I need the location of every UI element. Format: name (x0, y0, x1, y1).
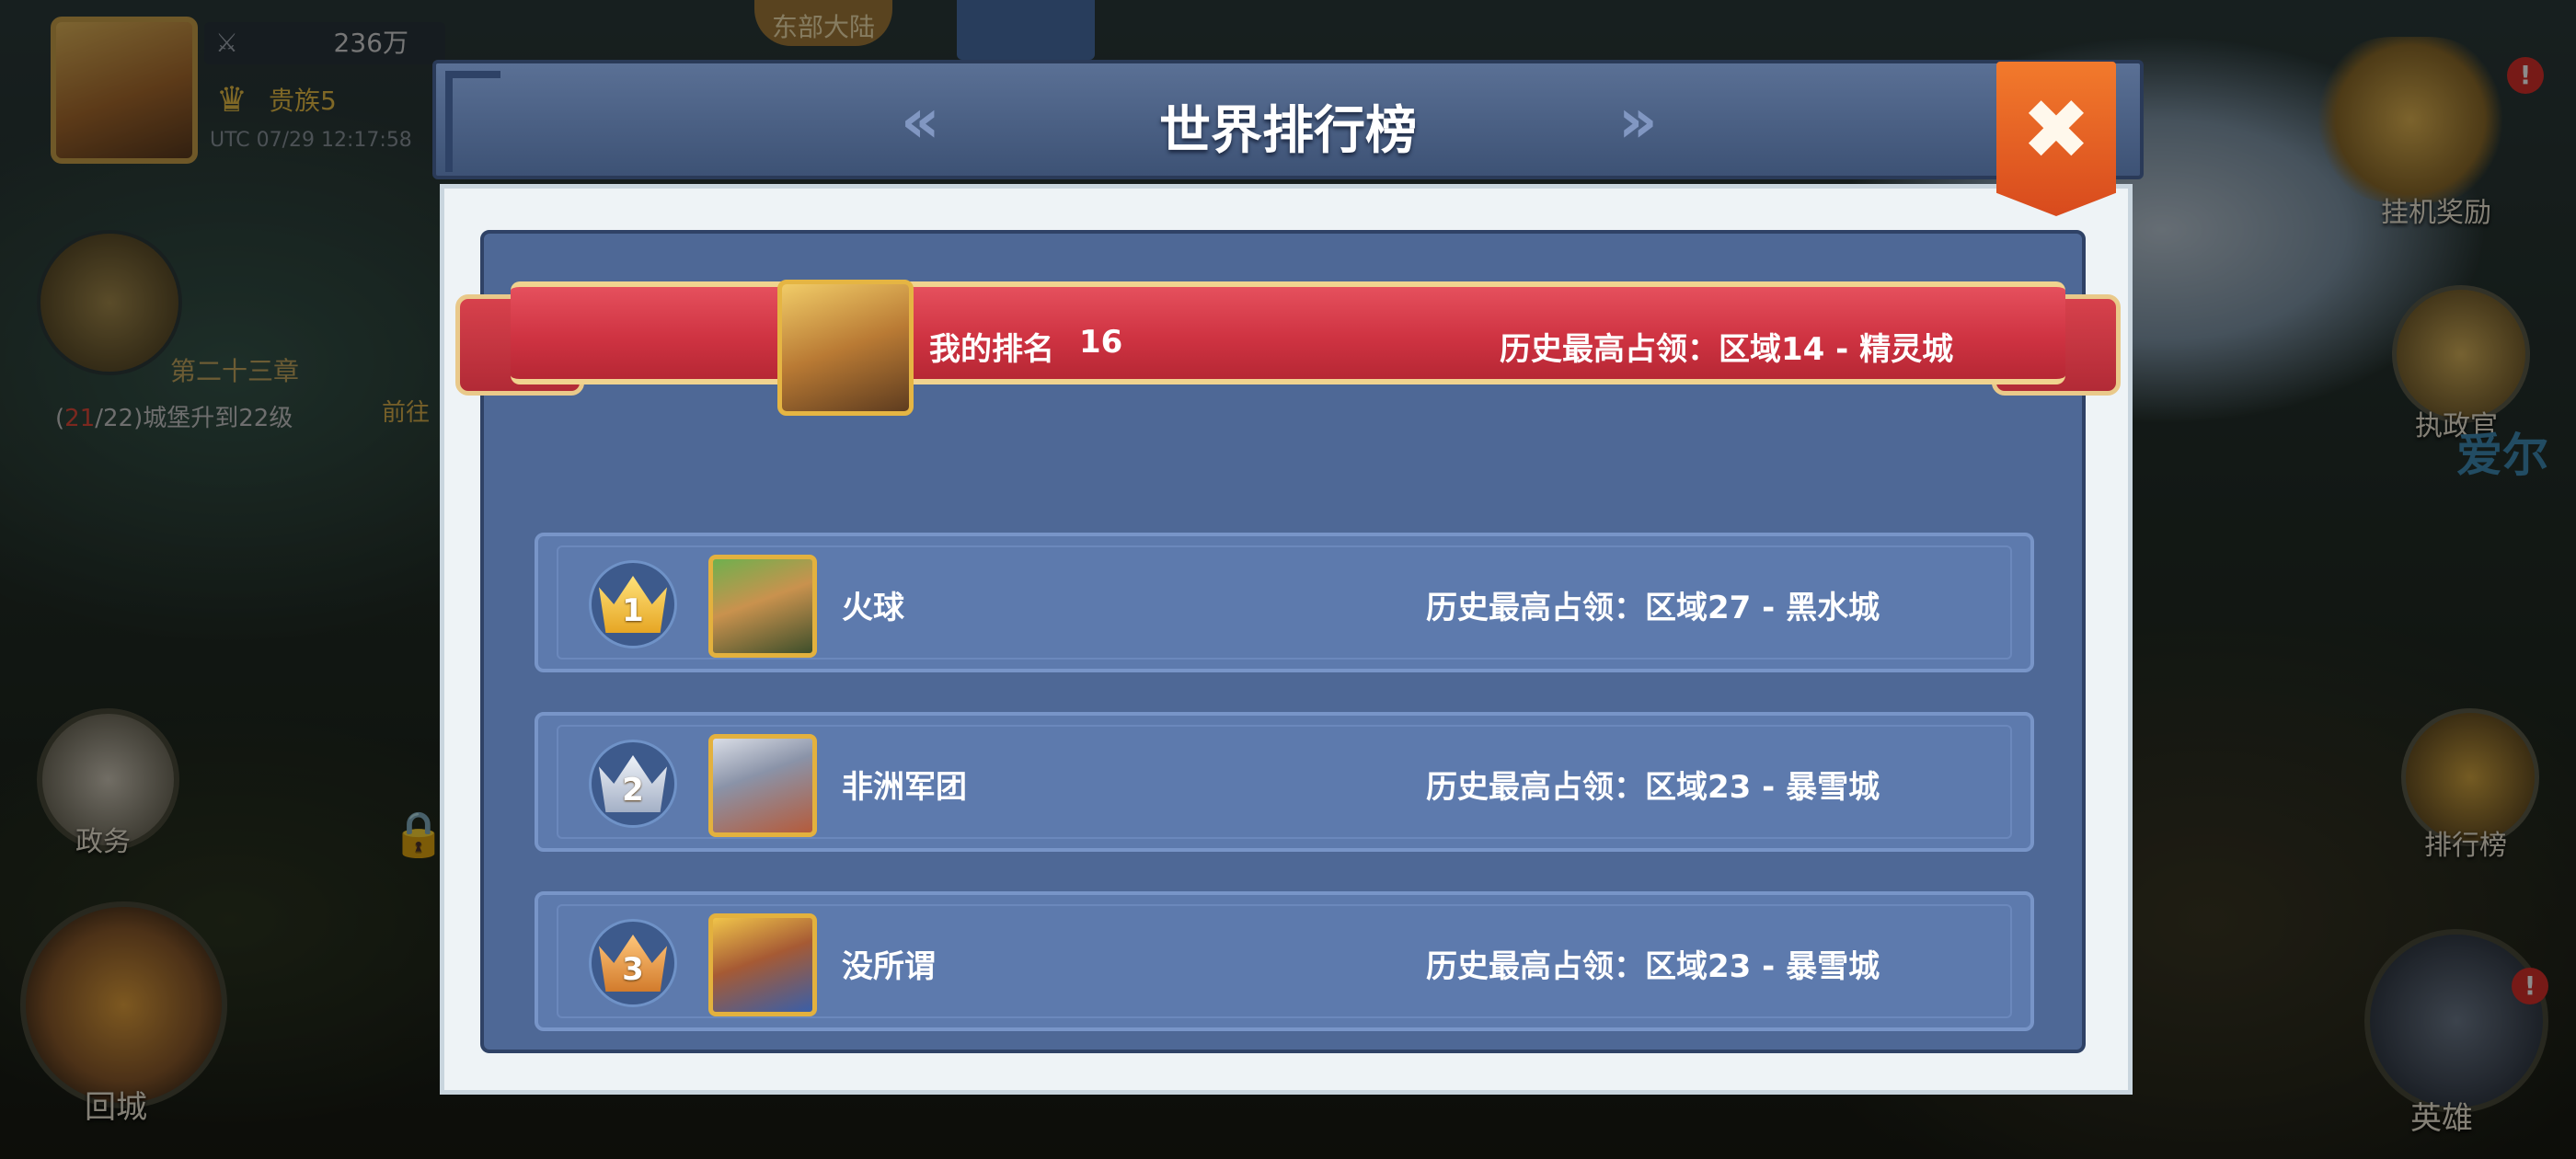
close-button[interactable]: ✖ (1996, 62, 2116, 216)
player-name: 没所谓 (842, 948, 936, 985)
player-history: 历史最高占领：区域23 - 暴雪城 (1426, 948, 1880, 985)
ranking-row[interactable]: 2 非洲军团 历史最高占领：区域23 - 暴雪城 (535, 712, 2034, 852)
my-rank-banner: 我的排名 16 历史最高占领：区域14 - 精灵城 (455, 276, 2121, 416)
rank-badge: 1 (589, 560, 677, 648)
player-name: 火球 (842, 590, 904, 626)
rank-badge: 2 (589, 740, 677, 828)
player-avatar[interactable] (708, 555, 817, 658)
game-screen: ⚔ 236万 ♛ 贵族5 UTC 07/29 12:17:58 东部大陆 第二十… (0, 0, 2576, 1159)
my-rank-value: 16 (1079, 324, 1123, 361)
ranking-row[interactable]: 3 没所谓 历史最高占领：区域23 - 暴雪城 (535, 891, 2034, 1031)
ribbon-body: 我的排名 16 历史最高占领：区域14 - 精灵城 (511, 280, 2065, 416)
dialog-title: 世界排行榜 (1159, 101, 1417, 161)
ranking-row[interactable]: 1 火球 历史最高占领：区域27 - 黑水城 (535, 533, 2034, 672)
my-avatar[interactable] (777, 280, 914, 416)
next-page-icon[interactable]: » (1618, 91, 1658, 152)
world-ranking-dialog: 1 火球 历史最高占领：区域27 - 黑水城 2 非洲军团 历史最高占领：区域2… (432, 60, 2144, 1099)
close-icon: ✖ (2021, 82, 2091, 178)
player-name: 非洲军团 (842, 769, 967, 806)
rank-number: 3 (622, 951, 644, 988)
rank-number: 2 (622, 772, 644, 809)
player-history: 历史最高占领：区域23 - 暴雪城 (1426, 769, 1880, 806)
player-avatar[interactable] (708, 913, 817, 1016)
my-rank-label: 我的排名 (929, 331, 1054, 368)
my-rank-history: 历史最高占领：区域14 - 精灵城 (1500, 331, 1954, 368)
rank-number: 1 (622, 592, 644, 629)
player-avatar[interactable] (708, 734, 817, 837)
player-history: 历史最高占领：区域27 - 黑水城 (1426, 590, 1880, 626)
dialog-title-bar: « 世界排行榜 » (432, 60, 2144, 179)
rank-badge: 3 (589, 919, 677, 1007)
